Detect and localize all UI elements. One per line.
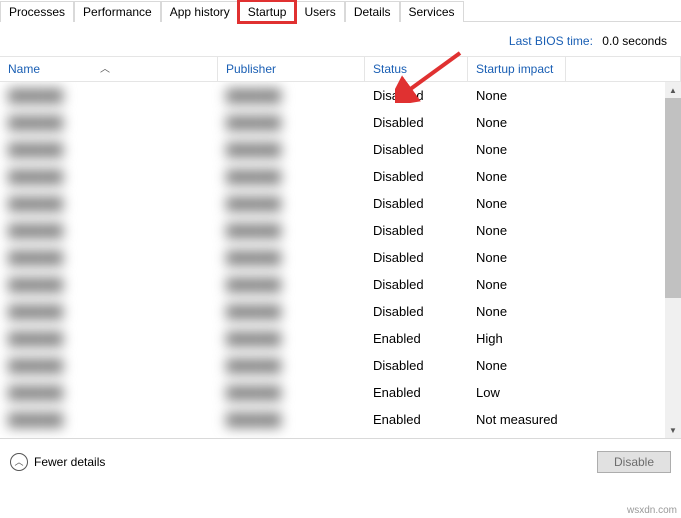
header-spacer	[566, 57, 681, 81]
scroll-up-icon[interactable]: ▲	[665, 82, 681, 98]
table-row[interactable]: ████████████EnabledHigh	[0, 325, 665, 352]
cell-status: Disabled	[365, 277, 468, 292]
cell-impact: None	[468, 169, 566, 184]
cell-name: ██████	[0, 385, 218, 400]
cell-status: Disabled	[365, 88, 468, 103]
cell-publisher: ██████	[218, 250, 365, 265]
cell-status: Enabled	[365, 331, 468, 346]
cell-name: ██████	[0, 115, 218, 130]
table-row[interactable]: ████████████DisabledNone	[0, 136, 665, 163]
cell-publisher: ██████	[218, 169, 365, 184]
table-row[interactable]: ████████████DisabledNone	[0, 271, 665, 298]
cell-status: Enabled	[365, 412, 468, 427]
tab-performance[interactable]: Performance	[74, 1, 161, 22]
cell-impact: None	[468, 142, 566, 157]
sort-asc-icon: ︿	[100, 60, 110, 75]
tab-app-history[interactable]: App history	[161, 1, 239, 22]
cell-status: Disabled	[365, 250, 468, 265]
fewer-details-label: Fewer details	[34, 455, 105, 469]
cell-publisher: ██████	[218, 115, 365, 130]
cell-status: Disabled	[365, 196, 468, 211]
bios-time: Last BIOS time: 0.0 seconds	[0, 22, 681, 56]
scrollbar[interactable]: ▲ ▼	[665, 82, 681, 438]
cell-publisher: ██████	[218, 412, 365, 427]
cell-name: ██████	[0, 412, 218, 427]
table-row[interactable]: ████████████EnabledNot measured	[0, 406, 665, 433]
tab-services[interactable]: Services	[400, 1, 464, 22]
header-name-label: Name	[8, 62, 40, 76]
cell-publisher: ██████	[218, 331, 365, 346]
scroll-thumb[interactable]	[665, 98, 681, 298]
cell-impact: Not measured	[468, 412, 566, 427]
bios-label: Last BIOS time:	[509, 34, 593, 48]
chevron-up-icon: ︿	[10, 453, 28, 471]
table-row[interactable]: ████████████DisabledNone	[0, 298, 665, 325]
table-row[interactable]: ████████████DisabledNone	[0, 163, 665, 190]
cell-publisher: ██████	[218, 223, 365, 238]
cell-publisher: ██████	[218, 277, 365, 292]
cell-publisher: ██████	[218, 88, 365, 103]
cell-impact: None	[468, 277, 566, 292]
cell-impact: None	[468, 196, 566, 211]
table-row[interactable]: ████████████EnabledLow	[0, 379, 665, 406]
table-row[interactable]: ████████████DisabledNone	[0, 109, 665, 136]
header-publisher[interactable]: Publisher	[218, 57, 365, 81]
cell-status: Disabled	[365, 358, 468, 373]
cell-name: ██████	[0, 250, 218, 265]
bios-value: 0.0 seconds	[602, 34, 667, 48]
tab-processes[interactable]: Processes	[0, 1, 74, 22]
scroll-down-icon[interactable]: ▼	[665, 422, 681, 438]
cell-publisher: ██████	[218, 385, 365, 400]
footer: ︿ Fewer details Disable	[0, 438, 681, 484]
fewer-details-button[interactable]: ︿ Fewer details	[10, 453, 105, 471]
table-row[interactable]: ████████████DisabledNone	[0, 352, 665, 379]
table-row[interactable]: ████████████DisabledNone	[0, 190, 665, 217]
cell-status: Disabled	[365, 142, 468, 157]
cell-impact: Low	[468, 385, 566, 400]
tab-bar: Processes Performance App history Startu…	[0, 0, 681, 22]
cell-impact: None	[468, 358, 566, 373]
cell-publisher: ██████	[218, 196, 365, 211]
cell-name: ██████	[0, 223, 218, 238]
cell-status: Disabled	[365, 169, 468, 184]
cell-publisher: ██████	[218, 358, 365, 373]
disable-button[interactable]: Disable	[597, 451, 671, 473]
cell-impact: None	[468, 250, 566, 265]
cell-name: ██████	[0, 277, 218, 292]
cell-status: Disabled	[365, 304, 468, 319]
watermark: wsxdn.com	[627, 505, 677, 516]
cell-name: ██████	[0, 88, 218, 103]
cell-status: Enabled	[365, 385, 468, 400]
cell-name: ██████	[0, 304, 218, 319]
cell-status: Disabled	[365, 223, 468, 238]
header-name[interactable]: Name ︿	[0, 57, 218, 81]
cell-status: Disabled	[365, 115, 468, 130]
column-headers: Name ︿ Publisher Status Startup impact	[0, 56, 681, 82]
table-row[interactable]: ████████████DisabledNone	[0, 217, 665, 244]
table-row[interactable]: ████████████DisabledNone	[0, 244, 665, 271]
cell-publisher: ██████	[218, 304, 365, 319]
cell-impact: None	[468, 88, 566, 103]
cell-impact: None	[468, 223, 566, 238]
cell-name: ██████	[0, 169, 218, 184]
cell-name: ██████	[0, 331, 218, 346]
header-impact[interactable]: Startup impact	[468, 57, 566, 81]
cell-name: ██████	[0, 196, 218, 211]
cell-name: ██████	[0, 142, 218, 157]
tab-details[interactable]: Details	[345, 1, 400, 22]
cell-publisher: ██████	[218, 142, 365, 157]
startup-list: ████████████DisabledNone████████████Disa…	[0, 82, 681, 438]
cell-name: ██████	[0, 358, 218, 373]
cell-impact: None	[468, 115, 566, 130]
tab-users[interactable]: Users	[295, 1, 344, 22]
cell-impact: None	[468, 304, 566, 319]
table-row[interactable]: ████████████DisabledNone	[0, 82, 665, 109]
tab-startup[interactable]: Startup	[239, 1, 296, 22]
cell-impact: High	[468, 331, 566, 346]
header-status[interactable]: Status	[365, 57, 468, 81]
